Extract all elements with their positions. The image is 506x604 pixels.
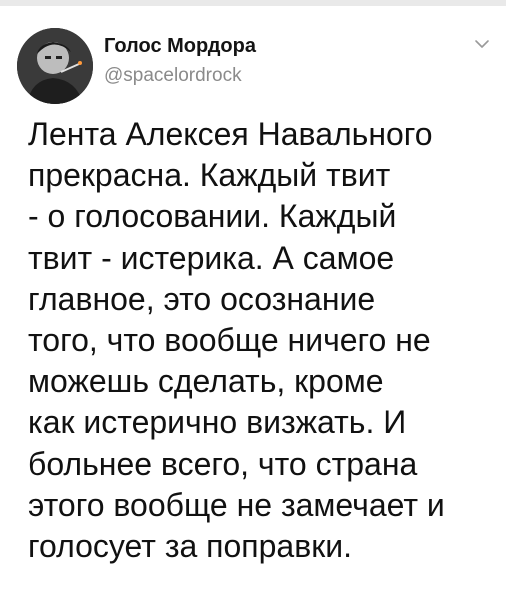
author-info: Голос Мордора @spacelordrock bbox=[104, 33, 256, 89]
author-avatar[interactable] bbox=[17, 28, 93, 104]
tweet-text-line: Лента Алексея Навального bbox=[28, 116, 433, 152]
tweet-text-line: твит - истерика. А самое bbox=[28, 239, 395, 276]
tweet-text-line: как истерично визжать. И bbox=[28, 404, 407, 441]
tweet-text-line: больнее всего, что страна bbox=[28, 445, 418, 482]
tweet-text-line: - о голосовании. Каждый bbox=[28, 198, 397, 235]
tweet-text-line: можешь сделать, кроме bbox=[28, 363, 384, 400]
chevron-down-icon[interactable] bbox=[474, 38, 490, 50]
avatar-portrait-icon bbox=[17, 28, 93, 104]
tweet-text-line: того, что вообще ничего не bbox=[28, 322, 431, 359]
tweet-text-line: голосует за поправки. bbox=[28, 528, 352, 565]
tweet-text-line: этого вообще не замечает и bbox=[28, 486, 445, 523]
tweet-text-line: прекрасна. Каждый твит bbox=[28, 157, 391, 194]
tweet-body: Лента Алексея Навального прекрасна. Кажд… bbox=[28, 114, 498, 567]
author-handle[interactable]: @spacelordrock bbox=[104, 63, 256, 89]
tweet-text-line: главное, это осознание bbox=[28, 280, 376, 317]
tweet-card: Голос Мордора @spacelordrock Лента Алекс… bbox=[0, 6, 506, 604]
author-display-name[interactable]: Голос Мордора bbox=[104, 33, 256, 59]
